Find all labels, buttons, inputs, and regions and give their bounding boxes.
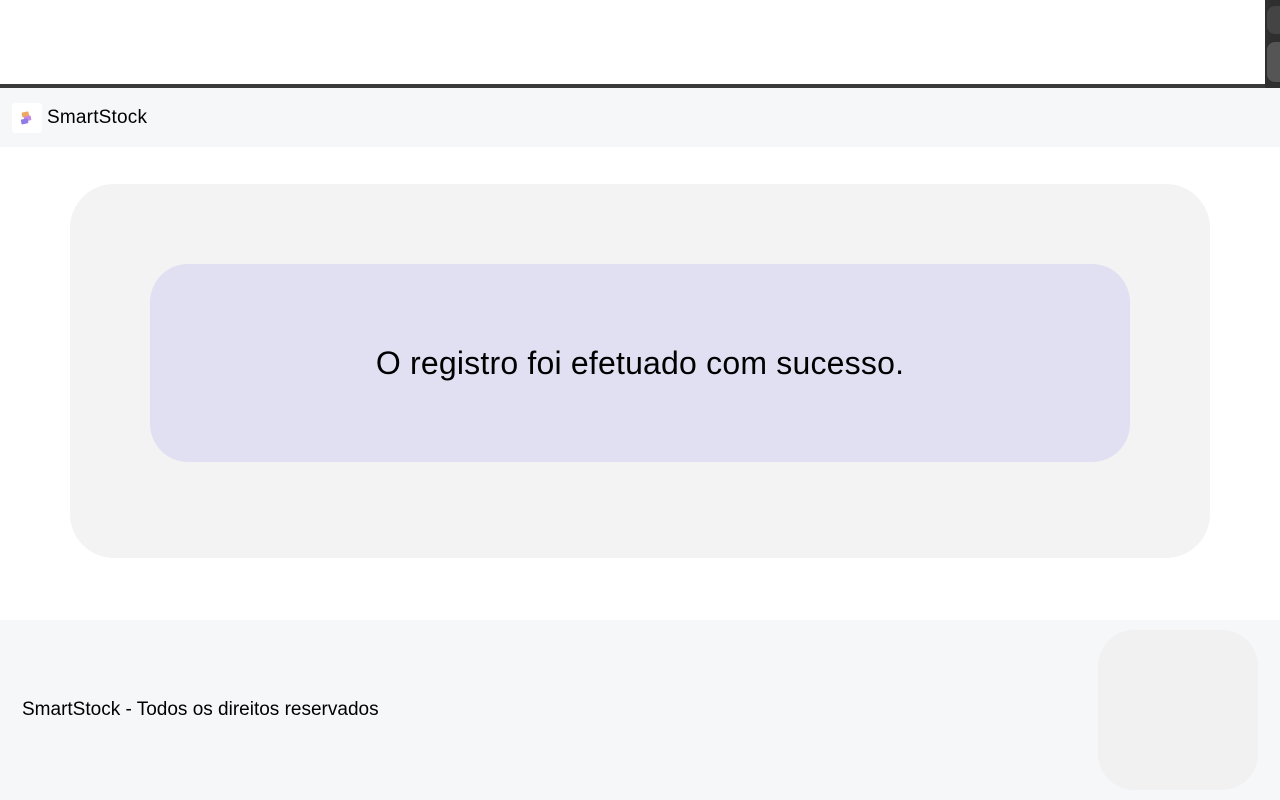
brand-name: SmartStock bbox=[47, 106, 148, 128]
window-edge-controls bbox=[1265, 0, 1280, 88]
footer-copyright: SmartStock - Todos os direitos reservado… bbox=[22, 699, 379, 720]
success-alert: O registro foi efetuado com sucesso. bbox=[150, 264, 1130, 462]
smartstock-logo-icon bbox=[12, 102, 42, 133]
footer-widget-box bbox=[1098, 630, 1258, 790]
footer: SmartStock - Todos os direitos reservado… bbox=[0, 620, 1280, 800]
content-card: O registro foi efetuado com sucesso. bbox=[70, 184, 1210, 558]
top-banner bbox=[0, 0, 1280, 88]
edge-knob-bottom bbox=[1267, 42, 1280, 82]
success-message: O registro foi efetuado com sucesso. bbox=[375, 344, 905, 381]
navbar: SmartStock bbox=[0, 88, 1280, 147]
brand-link[interactable]: SmartStock bbox=[12, 102, 148, 133]
edge-knob-top bbox=[1267, 6, 1280, 34]
